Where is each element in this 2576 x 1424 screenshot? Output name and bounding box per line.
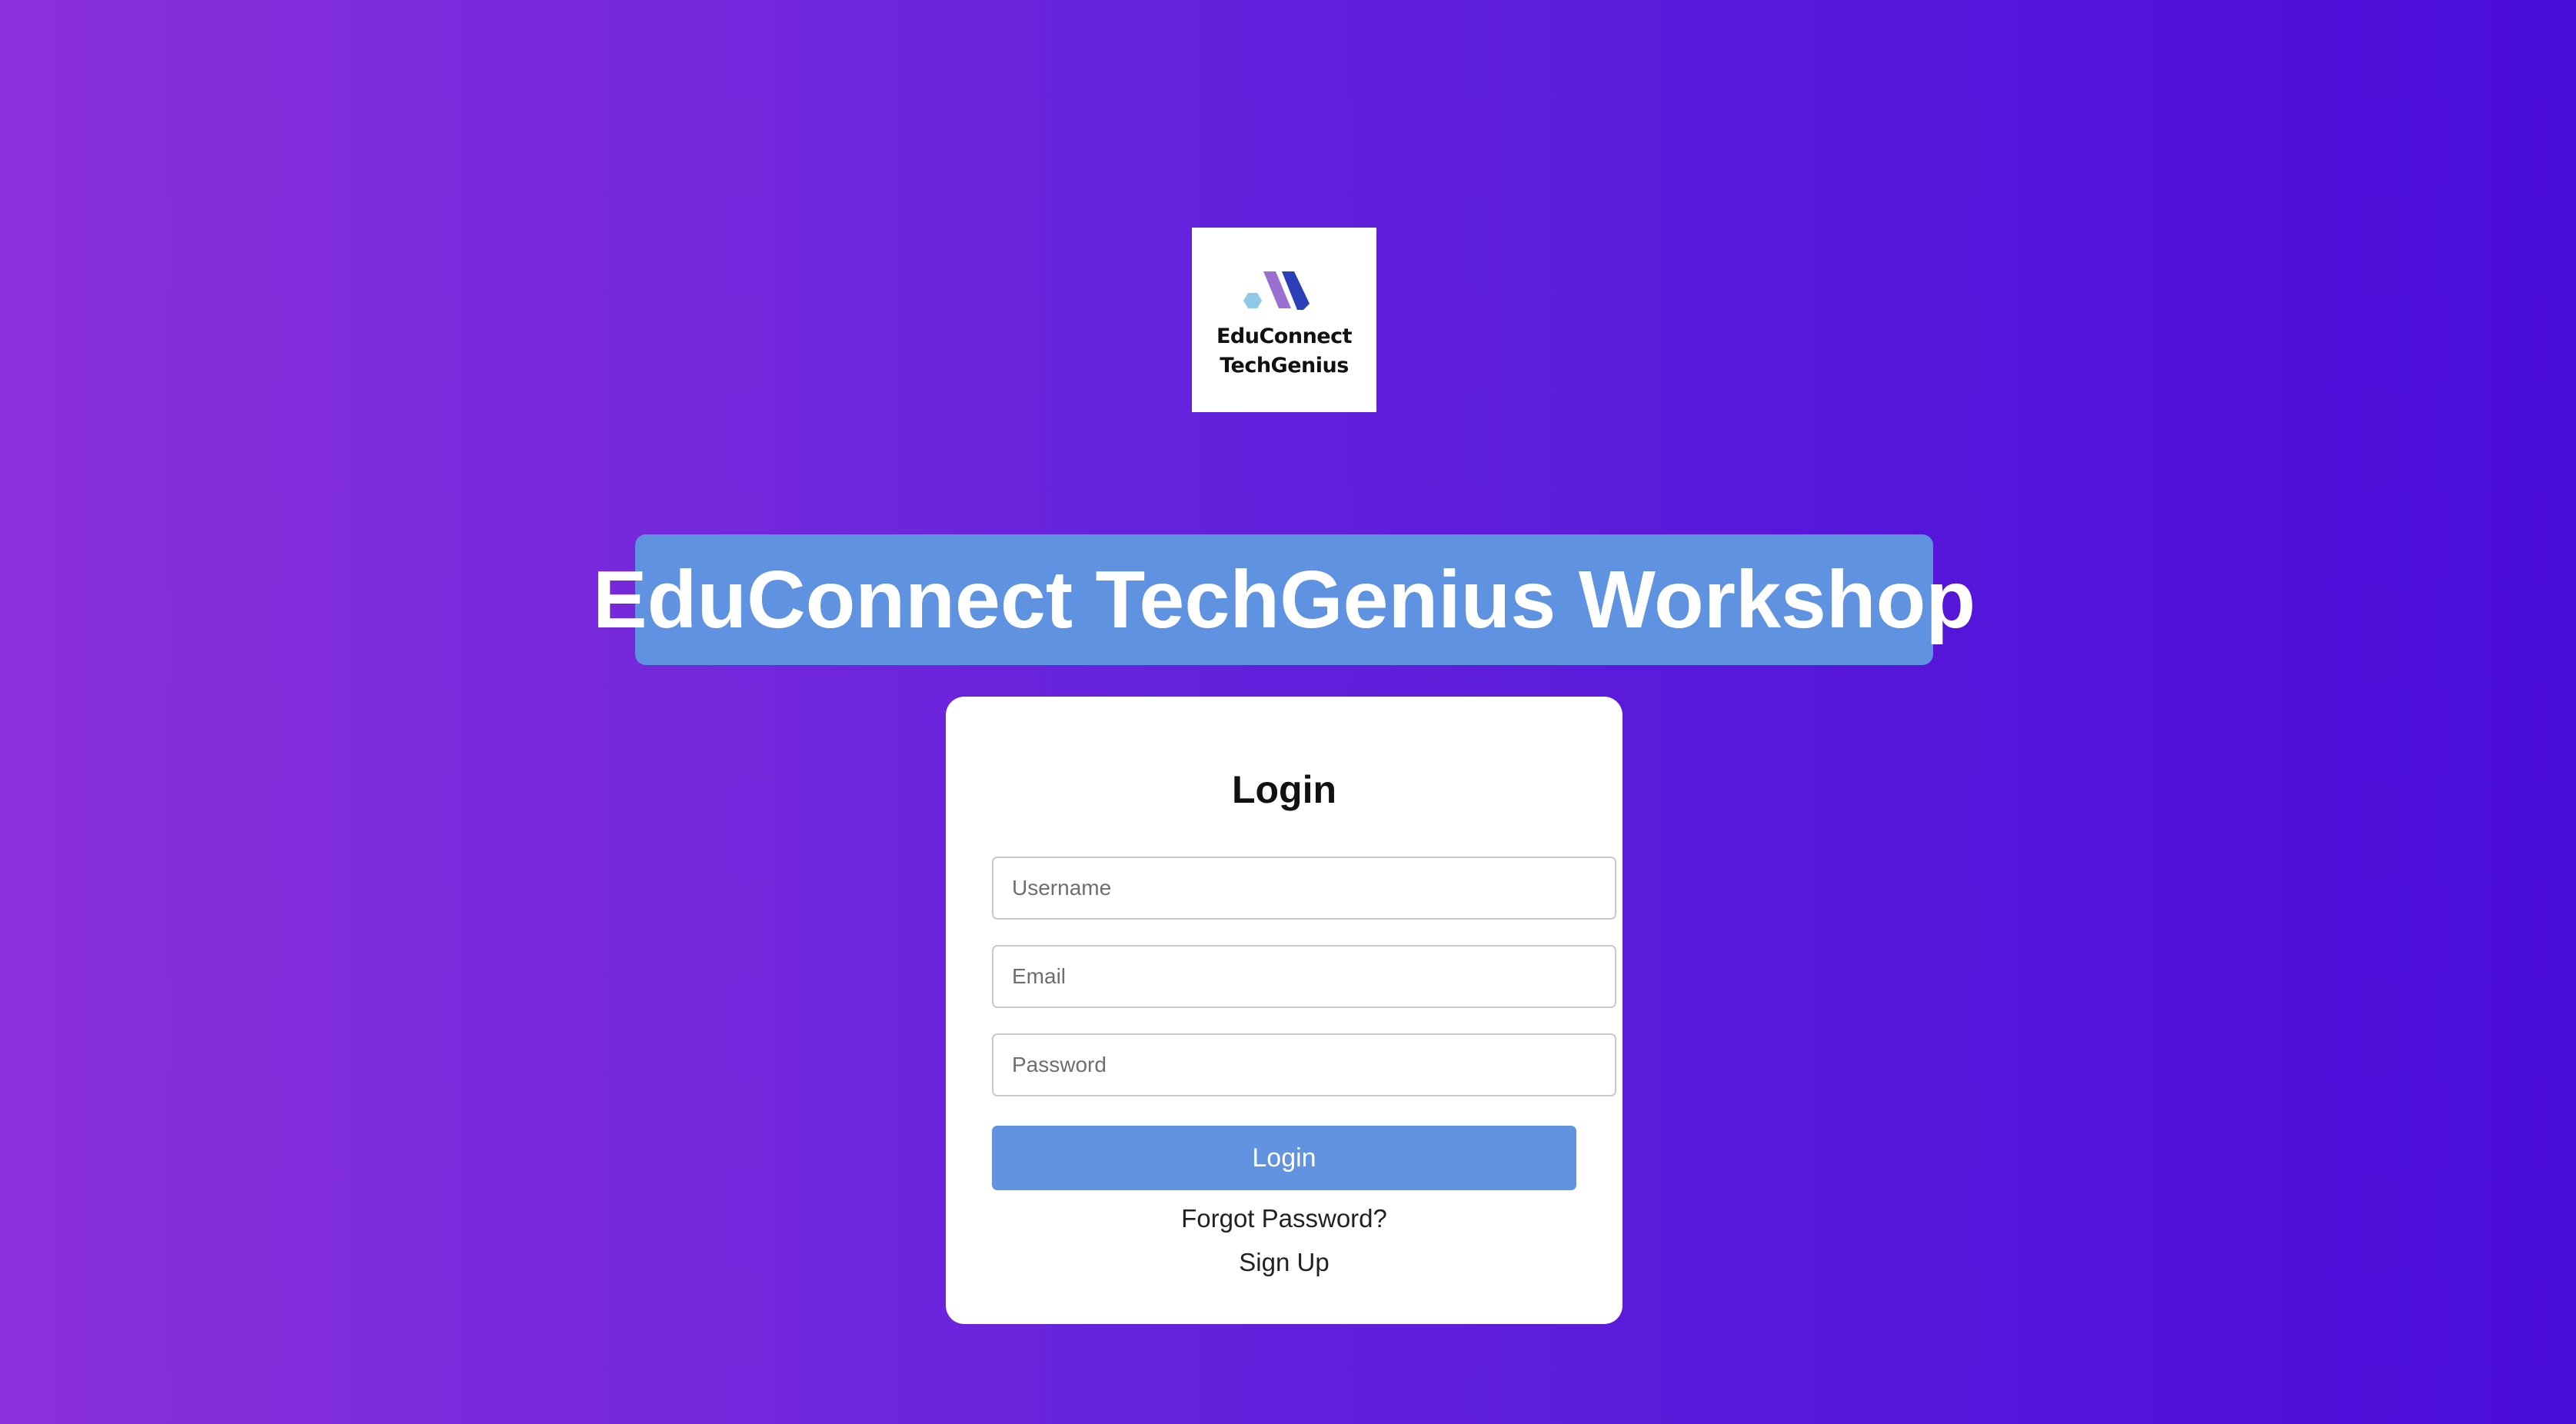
email-input[interactable] bbox=[992, 945, 1616, 1008]
sign-up-link[interactable]: Sign Up bbox=[946, 1248, 1622, 1277]
logo-line-1: EduConnect bbox=[1216, 324, 1353, 348]
logo-wordmark: EduConnect TechGenius bbox=[1216, 322, 1353, 381]
password-input[interactable] bbox=[992, 1033, 1616, 1096]
login-button[interactable]: Login bbox=[992, 1126, 1576, 1190]
page-title: EduConnect TechGenius Workshop bbox=[592, 554, 1976, 645]
logo-mark-icon bbox=[1243, 271, 1310, 310]
login-heading: Login bbox=[1231, 768, 1337, 811]
brand-logo: EduConnect TechGenius bbox=[1192, 228, 1376, 412]
logo-line-2: TechGenius bbox=[1220, 354, 1349, 378]
forgot-password-link[interactable]: Forgot Password? bbox=[946, 1204, 1622, 1233]
title-banner: EduConnect TechGenius Workshop bbox=[593, 534, 1975, 665]
login-card: Login Login Forgot Password? Sign Up bbox=[946, 697, 1622, 1324]
username-input[interactable] bbox=[992, 857, 1616, 920]
